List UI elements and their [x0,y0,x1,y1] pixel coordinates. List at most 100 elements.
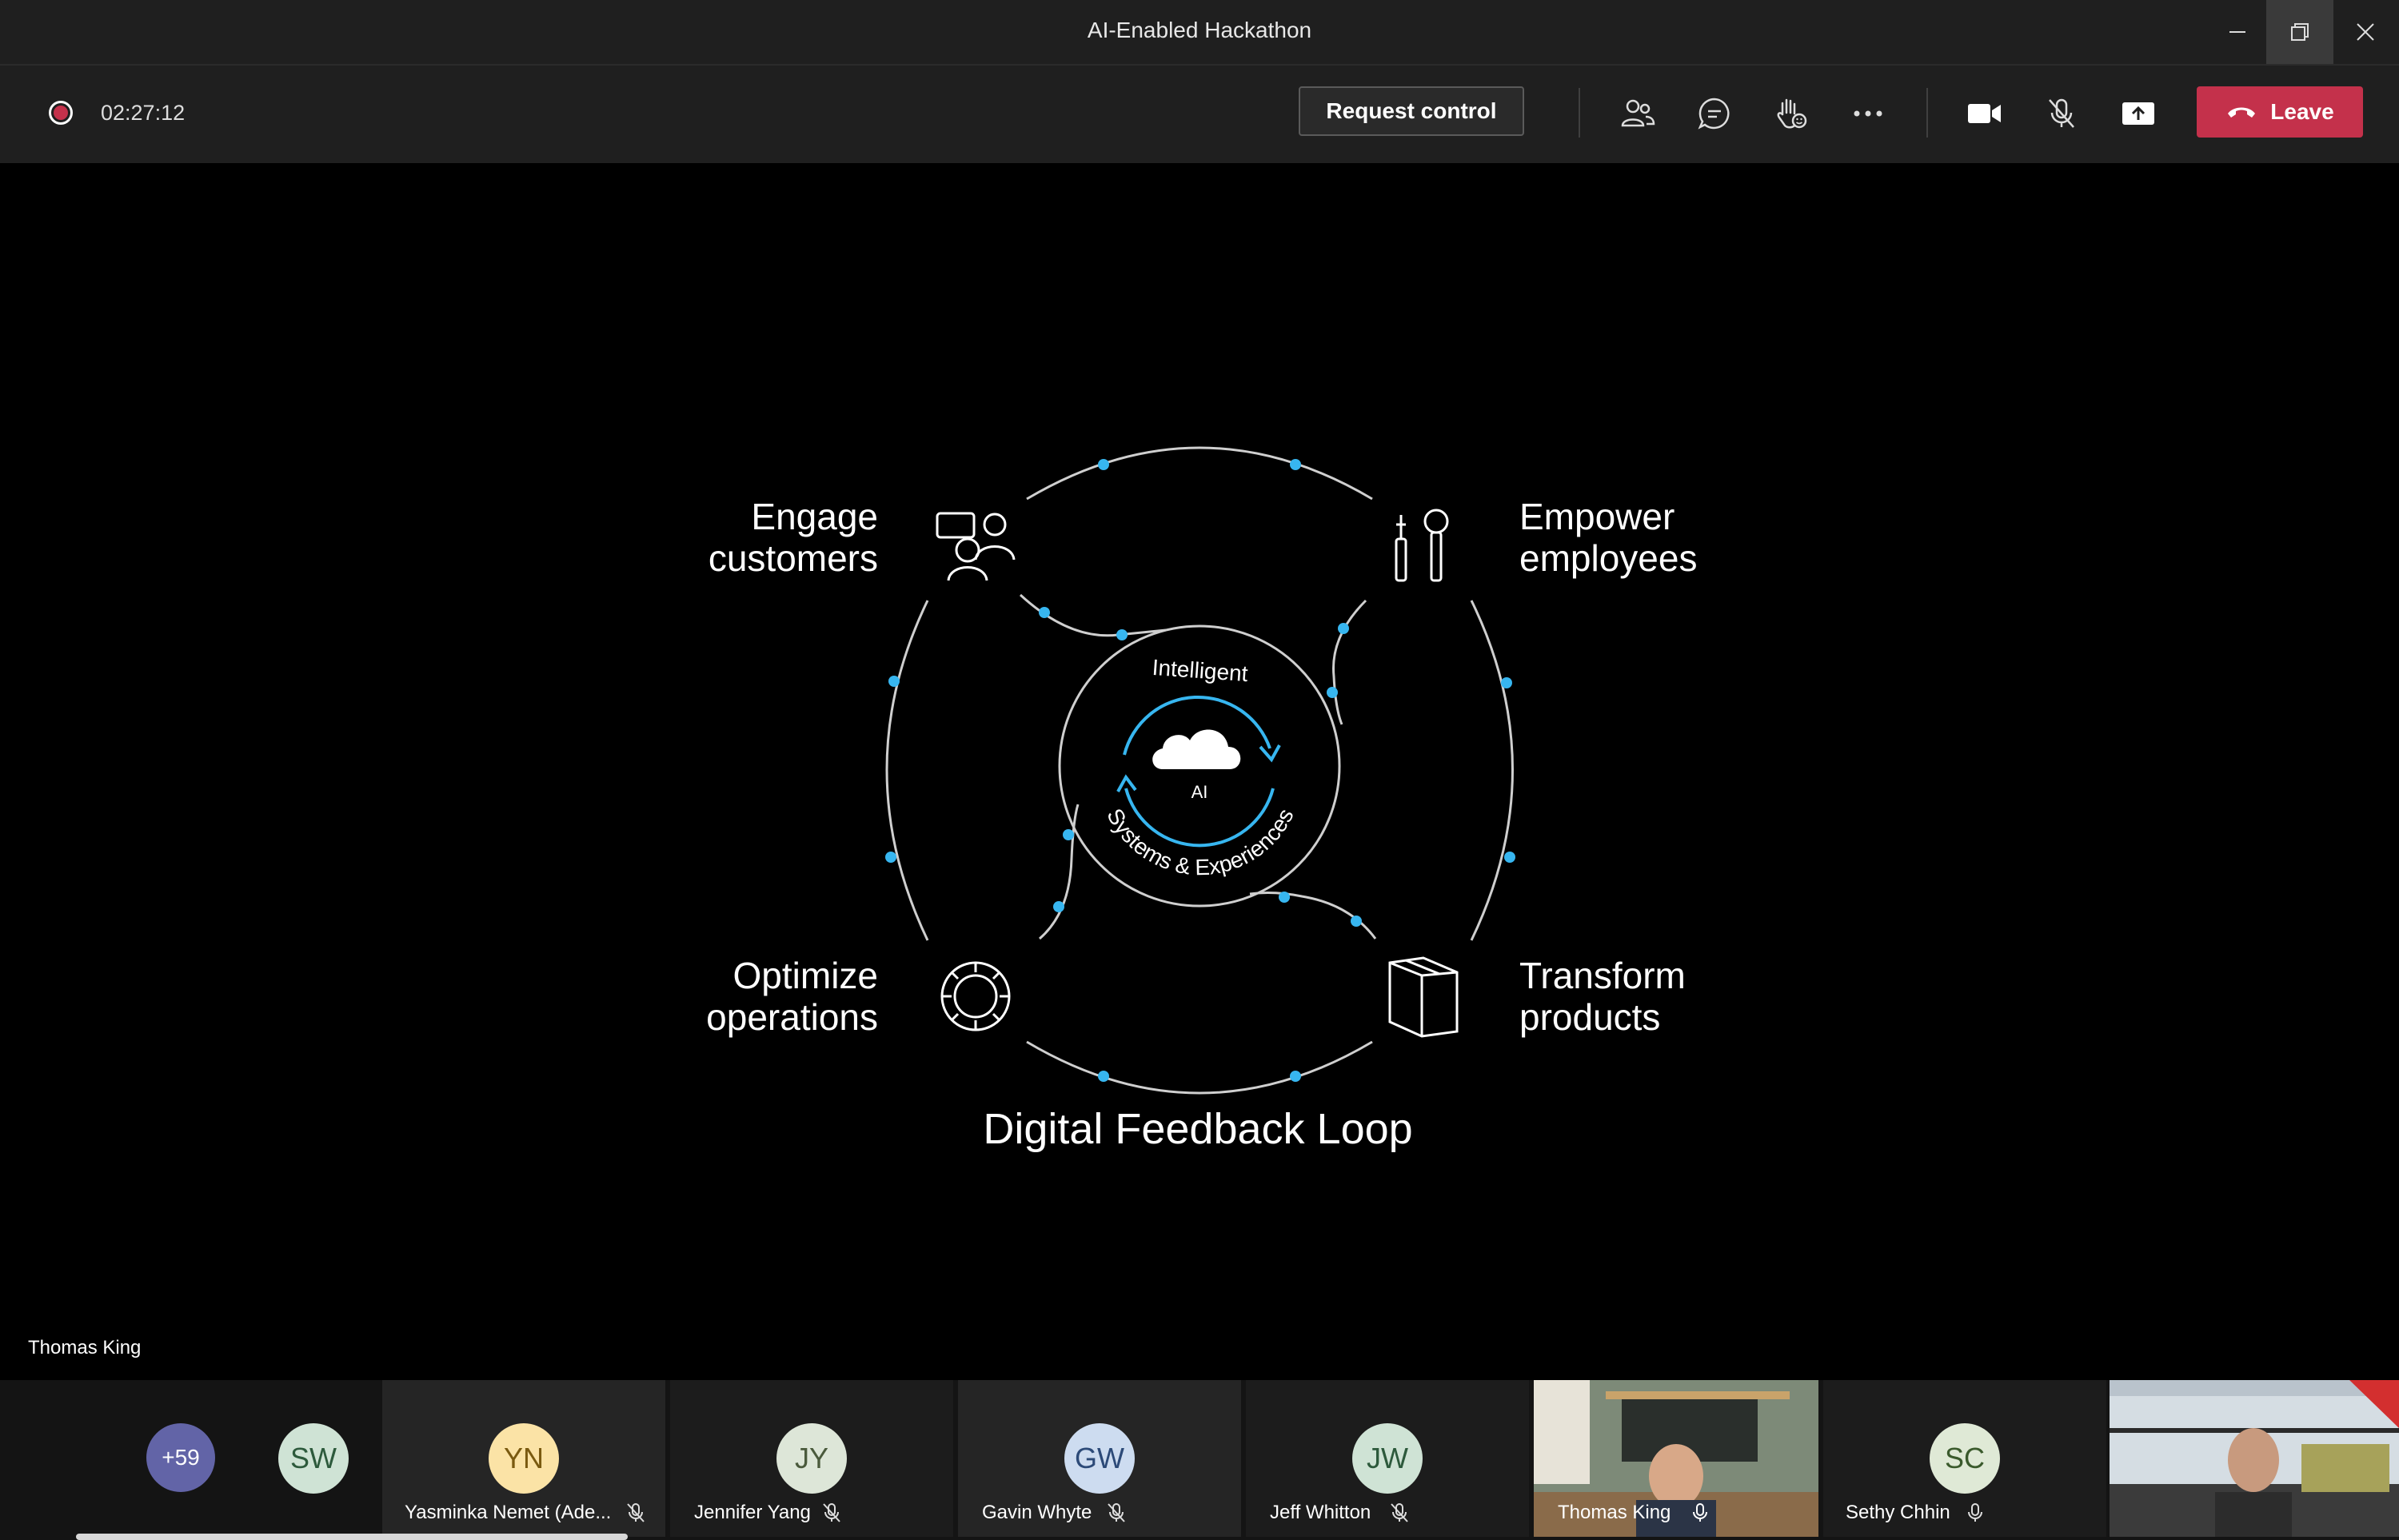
center-label-ai: AI [1192,782,1208,802]
label-empower-2: employees [1519,537,1697,579]
cloud-icon [1152,729,1241,769]
loop-dot [1053,901,1064,912]
operations-icon [940,961,1011,1031]
participant-name: Thomas King [1558,1502,1671,1523]
center-label-bottom: Systems & Experiences [1102,804,1298,880]
loop-dot [1098,459,1109,470]
avatar: JY [776,1423,847,1494]
loop-dot [1338,623,1349,634]
raise-hand-button[interactable] [1767,90,1815,138]
loop-dot [1501,677,1512,688]
people-icon [1621,99,1655,127]
loop-dot [1063,829,1074,840]
participant-strip-scrollbar[interactable] [76,1534,628,1540]
avatar: YN [489,1423,559,1494]
loop-dot [1351,916,1362,927]
participant-tile[interactable]: JW Jeff Whitton [1246,1380,1529,1537]
mic-off-icon [823,1503,840,1522]
participant-tile[interactable]: SC Sethy Chhin [1823,1380,2106,1537]
leave-button[interactable]: Leave [2197,86,2363,138]
camera-button[interactable] [1961,90,2009,138]
loop-dot [1279,892,1290,903]
meeting-toolbar: 02:27:12 Request control Leave [0,66,2399,163]
mic-off-icon [2049,98,2074,128]
loop-dot [1039,607,1050,618]
outer-loop-arc [885,600,929,941]
loop-dot [1098,1071,1109,1082]
share-content-button[interactable] [2114,90,2162,138]
participant-tile[interactable]: GW Gavin Whyte [958,1380,1241,1537]
loop-dot [1116,629,1128,640]
avatar: SC [1930,1423,2000,1494]
participant-name: Jennifer Yang [694,1502,811,1523]
loop-dot [1290,1071,1301,1082]
participant-name: Yasminka Nemet (Ade... [405,1502,612,1523]
shared-content-stage: Engage customers Empower employees Optim… [6,165,2393,1378]
hang-up-icon [2228,107,2256,118]
loop-dot [888,676,900,687]
mic-off-icon [1391,1503,1408,1522]
outer-loop-arc [1026,1040,1373,1095]
mic-off-icon [627,1503,645,1522]
loop-dot [1327,687,1338,698]
mute-button[interactable] [2038,90,2086,138]
mic-off-icon [1108,1503,1125,1522]
minimize-icon [2229,31,2245,33]
label-optimize-1: Optimize [733,955,878,996]
chat-icon [1698,98,1730,130]
loop-dot [885,852,896,863]
label-engage-2: customers [709,537,878,579]
toolbar-divider [1579,88,1580,138]
title-bar: AI-Enabled Hackathon [0,0,2399,66]
video-feed-participant [2110,1380,2399,1537]
participants-button[interactable] [1614,90,1662,138]
avatar: GW [1064,1423,1135,1494]
label-optimize-2: operations [706,996,878,1038]
diagram-caption: Digital Feedback Loop [983,1105,1412,1153]
participant-video-tile[interactable]: Thomas King [1534,1380,1818,1537]
participant-strip: +59 SW YN Yasminka Nemet (Ade... JY Jenn… [0,1380,2399,1540]
participant-tile[interactable]: YN Yasminka Nemet (Ade... [382,1380,665,1537]
toolbar-divider [1926,88,1928,138]
product-box-icon [1388,956,1459,1038]
loop-dot [1504,852,1515,863]
avatar: SW [278,1423,349,1494]
overflow-participants-button[interactable]: +59 [146,1423,215,1492]
participant-tile[interactable]: JY Jennifer Yang [670,1380,953,1537]
more-actions-button[interactable] [1844,90,1892,138]
tools-icon [1395,509,1449,582]
slide-diagram: Engage customers Empower employees Optim… [706,446,1697,1153]
meeting-timer: 02:27:12 [101,101,186,125]
minimize-button[interactable] [2204,0,2271,64]
outer-loop-arc [1470,600,1514,941]
participant-name: Gavin Whyte [982,1502,1092,1523]
mic-icon [1693,1503,1707,1522]
outer-loop-arc [1026,446,1373,501]
label-empower-1: Empower [1519,496,1675,537]
participant-name: Jeff Whitton [1270,1502,1371,1523]
participant-tile[interactable]: SW [256,1380,381,1537]
center-label-top: Intelligent [1152,655,1249,686]
more-icon [1854,110,1882,117]
chat-button[interactable] [1690,90,1738,138]
participant-video-tile[interactable] [2110,1380,2399,1537]
participant-name: Sethy Chhin [1846,1502,1950,1523]
restore-icon [2291,23,2309,41]
presenter-name: Thomas King [28,1337,142,1358]
avatar: JW [1352,1423,1423,1494]
share-screen-icon [2122,102,2154,125]
window-title: AI-Enabled Hackathon [1087,18,1312,42]
label-transform-1: Transform [1519,955,1686,996]
request-control-button[interactable]: Request control [1299,86,1524,136]
leave-label: Leave [2270,99,2334,124]
raise-hand-icon [1777,98,1807,129]
label-transform-2: products [1519,996,1660,1038]
connector-line [1332,599,1367,725]
mic-icon [1968,1503,1982,1522]
recording-icon [49,101,73,125]
close-button[interactable] [2332,0,2399,64]
restore-button[interactable] [2266,0,2333,64]
label-engage-1: Engage [751,496,878,537]
close-icon [2357,23,2374,41]
customers-icon [936,512,1016,581]
